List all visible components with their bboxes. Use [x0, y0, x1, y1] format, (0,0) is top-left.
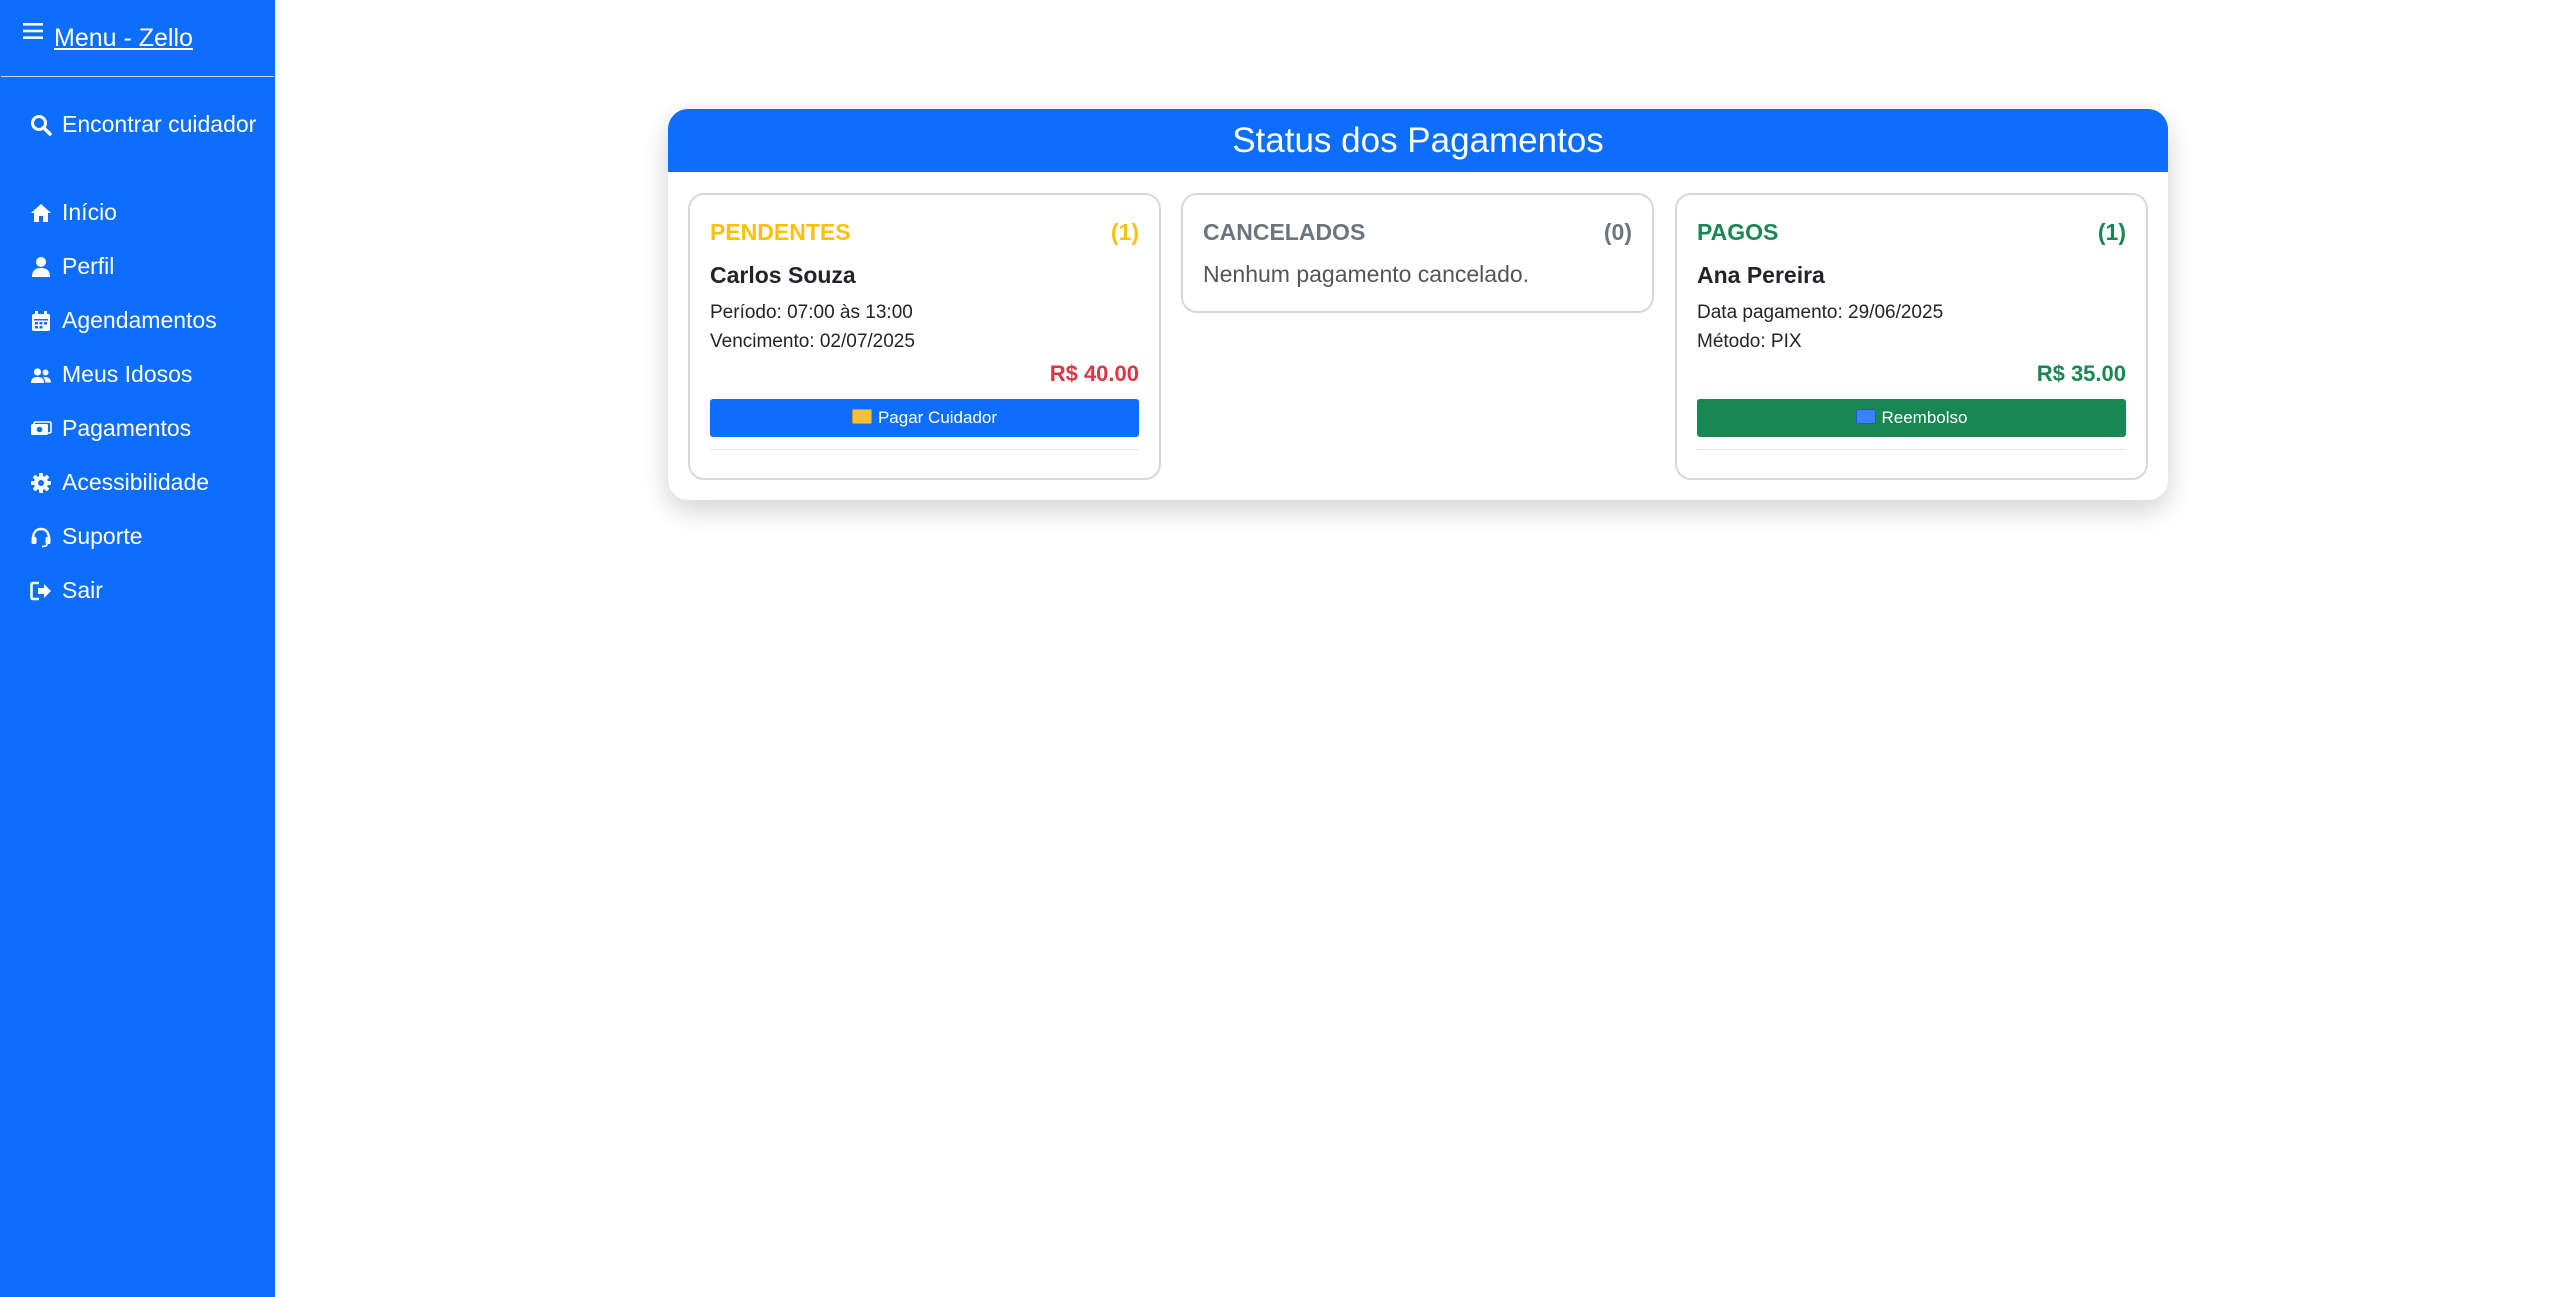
cancelled-count: (0)	[1603, 219, 1632, 245]
sidebar-item-label: Acessibilidade	[62, 469, 210, 495]
pending-amount: R$ 40.00	[1049, 361, 1139, 386]
users-icon	[31, 368, 51, 383]
sidebar-item-label: Encontrar cuidador	[62, 111, 257, 137]
payment-date-text: Data pagamento: 29/06/2025	[1697, 302, 1944, 323]
sidebar-header: Menu - Zello	[1, 0, 274, 77]
sidebar-item-label: Perfil	[62, 253, 115, 279]
headset-icon	[31, 527, 51, 548]
caregiver-name: Ana Pereira	[1697, 262, 1825, 288]
sidebar-item-pagamentos[interactable]: Pagamentos	[30, 412, 260, 445]
period-text: Período: 07:00 às 13:00	[710, 302, 913, 323]
paid-label: PAGOS	[1697, 219, 1779, 245]
main-content: Status dos Pagamentos PENDENTES (1) Carl…	[275, 0, 2560, 1297]
sidebar-item-agendamentos[interactable]: Agendamentos	[30, 304, 260, 337]
user-icon	[32, 257, 50, 277]
card-divider	[1697, 449, 2126, 450]
repeat-emoji-icon	[1855, 409, 1876, 424]
calendar-icon	[32, 311, 50, 331]
pay-caregiver-button[interactable]: Pagar Cuidador	[710, 399, 1139, 437]
sidebar-item-label: Meus Idosos	[62, 361, 193, 387]
sidebar-item-suporte[interactable]: Suporte	[30, 520, 260, 553]
pending-payments-card: PENDENTES (1) Carlos Souza Período: 07:0…	[688, 193, 1161, 480]
money-icon	[31, 421, 52, 435]
sidebar: Menu - Zello Encontrar cuidador Início P…	[0, 0, 275, 1297]
paid-amount: R$ 35.00	[2036, 361, 2126, 386]
logout-icon	[30, 581, 51, 601]
caregiver-name: Carlos Souza	[710, 262, 856, 288]
sidebar-item-meus-idosos[interactable]: Meus Idosos	[30, 358, 260, 391]
card-header: PENDENTES (1)	[710, 217, 1139, 247]
sidebar-item-acessibilidade[interactable]: Acessibilidade	[30, 466, 260, 499]
gear-icon	[31, 473, 51, 493]
refund-button-label: Reembolso	[1881, 408, 1968, 427]
sidebar-item-label: Agendamentos	[62, 307, 217, 333]
paid-payments-card: PAGOS (1) Ana Pereira Data pagamento: 29…	[1675, 193, 2148, 480]
sidebar-item-label: Suporte	[62, 523, 143, 549]
sidebar-item-sair[interactable]: Sair	[30, 574, 260, 607]
payments-status-panel: Status dos Pagamentos PENDENTES (1) Carl…	[668, 109, 2168, 500]
home-icon	[31, 204, 51, 222]
menu-title-link[interactable]: Menu - Zello	[54, 20, 193, 56]
due-date-text: Vencimento: 02/07/2025	[710, 331, 915, 352]
card-header: CANCELADOS (0)	[1203, 217, 1632, 247]
hamburger-menu-icon[interactable]	[23, 23, 43, 39]
paid-count: (1)	[2097, 219, 2126, 245]
sidebar-item-inicio[interactable]: Início	[30, 196, 260, 229]
sidebar-item-label: Início	[62, 199, 117, 225]
sidebar-item-perfil[interactable]: Perfil	[30, 250, 260, 283]
credit-card-emoji-icon	[851, 409, 872, 424]
sidebar-item-label: Pagamentos	[62, 415, 192, 441]
cancelled-label: CANCELADOS	[1203, 219, 1366, 245]
sidebar-item-label: Sair	[62, 577, 103, 603]
pending-label: PENDENTES	[710, 219, 851, 245]
card-header: PAGOS (1)	[1697, 217, 2126, 247]
search-icon	[31, 115, 52, 136]
panel-title: Status dos Pagamentos	[668, 109, 2168, 172]
pending-count: (1)	[1110, 219, 1139, 245]
pay-caregiver-button-label: Pagar Cuidador	[877, 408, 998, 427]
cancelled-payments-card: CANCELADOS (0) Nenhum pagamento cancelad…	[1181, 193, 1654, 313]
payment-method-text: Método: PIX	[1697, 331, 1802, 352]
refund-button[interactable]: Reembolso	[1697, 399, 2126, 437]
card-divider	[710, 449, 1139, 450]
sidebar-item-encontrar-cuidador[interactable]: Encontrar cuidador	[30, 108, 260, 141]
empty-cancelled-message: Nenhum pagamento cancelado.	[1203, 261, 1530, 287]
